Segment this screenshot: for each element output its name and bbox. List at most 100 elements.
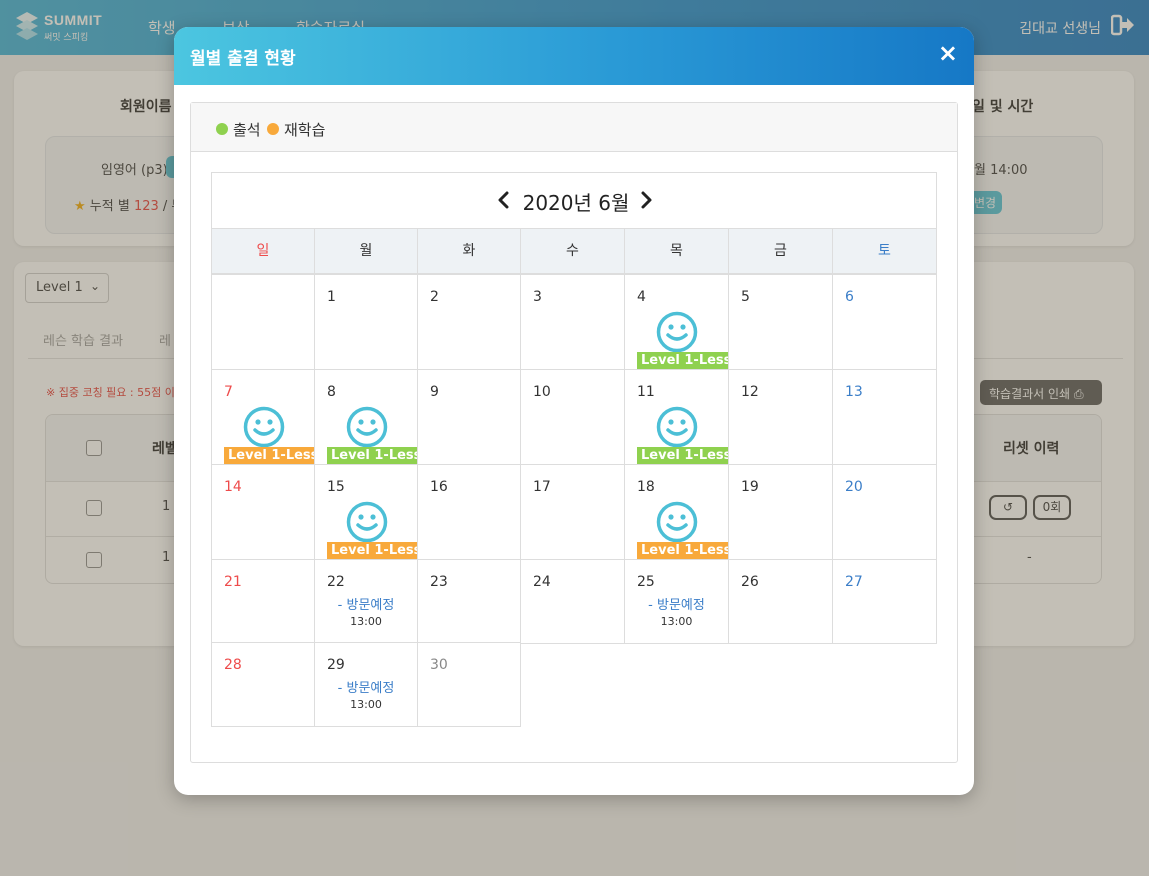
weekday-header: 토: [832, 228, 937, 274]
lesson-tag[interactable]: Level 1-Lesson: [637, 447, 728, 465]
day-number: 10: [533, 384, 551, 400]
calendar-day[interactable]: 2: [417, 274, 521, 371]
calendar-header: 2020년 6월: [211, 172, 937, 228]
calendar-day[interactable]: 20: [832, 464, 937, 561]
calendar-day[interactable]: 17: [520, 464, 625, 561]
day-number: 2: [430, 289, 439, 305]
modal-title: 월별 출결 현황: [190, 49, 296, 69]
lesson-tag[interactable]: Level 1-Lesson: [327, 447, 417, 465]
calendar-day[interactable]: 8 Level 1-Lesson: [314, 369, 418, 466]
day-number: 3: [533, 289, 542, 305]
relearn-dot: [267, 123, 279, 135]
day-number: 19: [741, 479, 759, 495]
day-number: 4: [637, 289, 646, 305]
day-number: 18: [637, 479, 655, 495]
calendar-day[interactable]: 5: [728, 274, 833, 371]
chevron-right-icon[interactable]: [636, 189, 656, 211]
legend: 출석 재학습: [191, 103, 957, 152]
day-number: 9: [430, 384, 439, 400]
calendar: 2020년 6월 일월화수목금토1234Level 1-Lesson567Lev…: [211, 172, 937, 727]
day-number: 5: [741, 289, 750, 305]
calendar-day[interactable]: 4 Level 1-Lesson: [624, 274, 729, 371]
calendar-day[interactable]: 16: [417, 464, 521, 561]
legend-attendance: 출석: [216, 119, 261, 140]
calendar-day[interactable]: 19: [728, 464, 833, 561]
day-number: 20: [845, 479, 863, 495]
calendar-day[interactable]: 12: [728, 369, 833, 466]
calendar-day[interactable]: 7 Level 1-Lesson: [211, 369, 315, 466]
calendar-day[interactable]: 14: [211, 464, 315, 561]
attendance-modal: 월별 출결 현황 × 출석 재학습 2020년 6월 일 월 화 수 목 금 토 1 2 3 4 Le…: [174, 27, 974, 795]
day-number: 15: [327, 479, 345, 495]
calendar-day[interactable]: 28: [211, 642, 315, 727]
legend-relearn-label: 재학습: [284, 121, 326, 139]
lesson-tag[interactable]: Level 1-Lesson: [224, 447, 314, 465]
smile-icon: [656, 406, 698, 448]
day-number: 26: [741, 574, 759, 590]
calendar-day[interactable]: 25 - 방문예정 13:00: [624, 559, 729, 644]
day-number: 7: [224, 384, 233, 400]
day-number: 8: [327, 384, 336, 400]
modal-header: 월별 출결 현황 ×: [174, 27, 974, 85]
legend-relearn: 재학습: [267, 119, 325, 140]
calendar-day[interactable]: 21: [211, 559, 315, 644]
day-number: 6: [845, 289, 854, 305]
calendar-day[interactable]: 13: [832, 369, 937, 466]
day-number: 22: [327, 574, 345, 590]
day-number: 21: [224, 574, 242, 590]
weekday-header: 수: [520, 228, 625, 274]
day-number: 12: [741, 384, 759, 400]
chevron-left-icon[interactable]: [494, 189, 514, 211]
day-number: 13: [845, 384, 863, 400]
calendar-day[interactable]: 9: [417, 369, 521, 466]
calendar-title: 2020년 6월: [522, 191, 630, 215]
weekday-header: 월: [314, 228, 418, 274]
smile-icon: [346, 406, 388, 448]
day-number: 1: [327, 289, 336, 305]
smile-icon: [243, 406, 285, 448]
day-number: 24: [533, 574, 551, 590]
calendar-day[interactable]: 10: [520, 369, 625, 466]
visit-time: 13:00: [660, 615, 693, 628]
weekday-header: 화: [417, 228, 521, 274]
lesson-tag[interactable]: Level 1-Lesson: [637, 352, 728, 370]
calendar-empty-cell: [211, 274, 315, 371]
day-number: 28: [224, 657, 242, 673]
calendar-day[interactable]: 23: [417, 559, 521, 644]
day-number: 29: [327, 657, 345, 673]
day-number: 17: [533, 479, 551, 495]
smile-icon: [656, 501, 698, 543]
calendar-day[interactable]: 15 Level 1-Lesson: [314, 464, 418, 561]
lesson-tag[interactable]: Level 1-Lesson: [327, 542, 417, 560]
day-number: 30: [430, 657, 448, 673]
weekday-header: 금: [728, 228, 833, 274]
calendar-day[interactable]: 11 Level 1-Lesson: [624, 369, 729, 466]
calendar-day[interactable]: 18 Level 1-Lesson: [624, 464, 729, 561]
calendar-day[interactable]: 3: [520, 274, 625, 371]
calendar-day[interactable]: 29 - 방문예정 13:00: [314, 642, 418, 727]
day-number: 25: [637, 574, 655, 590]
visit-scheduled: - 방문예정: [337, 681, 395, 696]
smile-icon: [346, 501, 388, 543]
visit-time: 13:00: [350, 698, 382, 711]
day-number: 27: [845, 574, 863, 590]
close-icon[interactable]: ×: [938, 39, 958, 67]
calendar-day[interactable]: 6: [832, 274, 937, 371]
visit-time: 13:00: [350, 615, 382, 628]
visit-scheduled: - 방문예정: [648, 598, 705, 613]
legend-attendance-label: 출석: [233, 121, 261, 139]
day-number: 23: [430, 574, 448, 590]
lesson-tag[interactable]: Level 1-Lesson: [637, 542, 728, 560]
calendar-day[interactable]: 30: [417, 642, 521, 727]
calendar-day[interactable]: 22 - 방문예정 13:00: [314, 559, 418, 644]
weekday-header: 목: [624, 228, 729, 274]
weekday-header: 일: [211, 228, 315, 274]
calendar-day[interactable]: 1: [314, 274, 418, 371]
calendar-day[interactable]: 26: [728, 559, 833, 644]
calendar-day[interactable]: 24: [520, 559, 625, 644]
calendar-day[interactable]: 27: [832, 559, 937, 644]
visit-scheduled: - 방문예정: [337, 598, 395, 613]
smile-icon: [656, 311, 698, 353]
day-number: 16: [430, 479, 448, 495]
attendance-dot: [216, 123, 228, 135]
